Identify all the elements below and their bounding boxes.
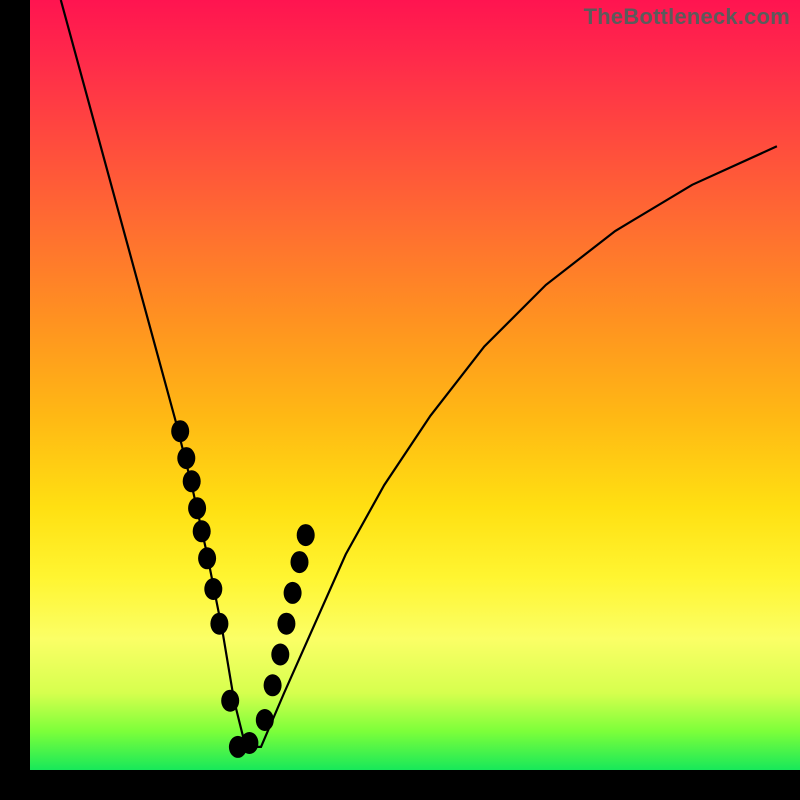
sample-dot xyxy=(284,582,302,604)
sample-dot xyxy=(193,520,211,542)
sample-dot xyxy=(271,644,289,666)
sample-dot xyxy=(177,447,195,469)
sample-dots-group xyxy=(171,420,315,758)
sample-dot xyxy=(240,732,258,754)
curve-layer xyxy=(30,0,800,770)
sample-dot xyxy=(297,524,315,546)
sample-dot xyxy=(221,690,239,712)
sample-dot xyxy=(210,613,228,635)
sample-dot xyxy=(171,420,189,442)
sample-dot xyxy=(183,470,201,492)
chart-frame: TheBottleneck.com xyxy=(0,0,800,800)
sample-dot xyxy=(188,497,206,519)
sample-dot xyxy=(264,674,282,696)
sample-dot xyxy=(291,551,309,573)
sample-dot xyxy=(204,578,222,600)
plot-area: TheBottleneck.com xyxy=(30,0,800,770)
bottleneck-curve xyxy=(61,0,777,747)
sample-dot xyxy=(256,709,274,731)
sample-dot xyxy=(277,613,295,635)
sample-dot xyxy=(198,547,216,569)
